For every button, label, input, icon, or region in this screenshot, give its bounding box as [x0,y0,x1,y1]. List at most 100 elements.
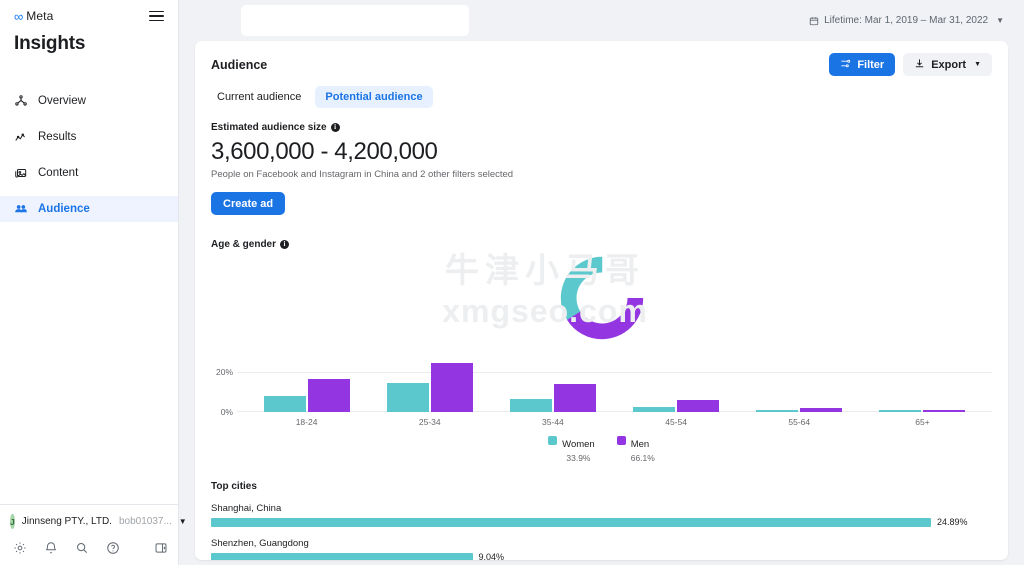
gear-icon[interactable] [13,541,27,555]
bar-group [245,356,368,412]
bar-men-45-54[interactable] [677,400,720,412]
media-cards-icon [14,166,28,180]
audience-size-value: 3,600,000 - 4,200,000 [211,138,438,165]
x-axis-label: 65+ [915,417,930,427]
city-bar-row: 24.89% [211,517,992,527]
sidebar-item-label: Audience [38,203,90,215]
y-axis-tick-0: 0% [220,407,233,417]
page-title: Insights [14,33,86,54]
bar-group [615,356,738,412]
age-gender-bar-chart: 20% 0% [211,356,992,417]
network-nodes-icon [14,94,28,108]
estimated-audience-label: Estimated audience size i [211,122,992,133]
info-icon[interactable]: i [280,240,290,249]
legend-label-men: Men [630,439,650,450]
export-button[interactable]: Export ▼ [903,53,992,76]
age-gender-text: Age & gender [211,239,277,250]
hamburger-icon[interactable] [149,10,164,22]
top-cities-list: Shanghai, China 24.89% Shenzhen, Guangdong… [211,503,992,560]
bar-women-55-64[interactable] [756,410,799,412]
card-header: Audience Filter Export ▼ [195,41,1008,76]
legend-item-men: Men 66.1% [616,434,655,463]
sidebar-item-label: Results [38,131,77,143]
bar-groups [245,356,984,412]
gender-donut-chart [211,254,992,342]
top-bar: Lifetime: Mar 1, 2019 – Mar 31, 2022 ▼ [179,0,1024,41]
account-switcher[interactable]: J Jinnseng PTY., LTD. bob01037... ▼ [10,514,187,529]
bar-group [368,356,491,412]
export-label: Export [931,58,967,71]
city-name: Shenzhen, Guangdong [211,538,309,549]
date-range-label: Lifetime: Mar 1, 2019 – Mar 31, 2022 [824,15,989,26]
y-axis-tick-20: 20% [215,367,233,377]
x-axis-label: 25-34 [418,417,441,427]
bell-icon[interactable] [44,541,58,555]
main-content: Lifetime: Mar 1, 2019 – Mar 31, 2022 ▼ A… [179,0,1024,565]
bar-women-25-34[interactable] [386,383,429,412]
city-bar[interactable] [211,552,473,560]
bar-women-18-24[interactable] [263,396,306,412]
audience-tabs: Current audience Potential audience [195,76,1008,108]
filter-button[interactable]: Filter [829,53,896,76]
audience-size-note: People on Facebook and Instagram in Chin… [211,169,514,180]
bar-men-65+[interactable] [923,410,966,412]
city-pct: 9.04% [478,552,505,560]
bar-men-18-24[interactable] [307,379,350,412]
bar-men-35-44[interactable] [553,384,596,412]
x-axis-label: 35-44 [542,417,564,427]
x-axis-label: 45-54 [665,417,687,427]
sidebar-item-results[interactable]: Results [0,124,178,150]
city-row: Shenzhen, Guangdong 9.04% [211,538,992,560]
search-icon[interactable] [75,541,89,555]
brand-label: Meta [26,9,54,23]
sidebar-item-overview[interactable]: Overview [0,88,178,114]
create-ad-button[interactable]: Create ad [211,192,286,215]
bar-women-35-44[interactable] [509,399,552,412]
top-cities-section: Top cities Shanghai, China 24.89% Shenzhen… [195,481,1008,560]
bar-women-45-54[interactable] [633,407,676,412]
app-root: ∞ Meta Insights Overview Results Content… [0,0,1024,565]
sidebar-item-content[interactable]: Content [0,160,178,186]
x-axis-label: 18-24 [295,417,318,427]
donut-svg [560,256,643,340]
date-range-picker[interactable]: Lifetime: Mar 1, 2019 – Mar 31, 2022 ▼ [809,15,1010,26]
bar-women-65+[interactable] [879,410,922,412]
age-gender-label: Age & gender i [211,239,992,250]
sliders-icon [840,58,851,72]
filter-label: Filter [857,58,885,71]
city-bar[interactable] [211,517,931,527]
bar-men-25-34[interactable] [430,363,473,412]
chevron-down-icon: ▼ [996,16,1004,25]
bar-men-55-64[interactable] [800,408,843,412]
sidebar-item-label: Overview [38,95,86,107]
legend-swatch-women [548,436,558,445]
city-bar-row: 9.04% [211,552,992,560]
search-input[interactable] [241,5,469,36]
people-icon [14,202,28,216]
sidebar-footer: J Jinnseng PTY., LTD. bob01037... ▼ [0,504,187,565]
sidebar-item-audience[interactable]: Audience [0,196,178,222]
account-name: Jinnseng PTY., LTD. [21,516,112,527]
legend-item-women: Women 33.9% [548,434,595,463]
panel-toggle-icon[interactable] [154,541,168,555]
footer-icon-bar [10,541,168,555]
legend-label-women: Women [562,439,595,450]
download-icon [914,58,925,72]
meta-infinity-icon: ∞ [14,8,23,24]
top-cities-title: Top cities [211,481,257,492]
chart-legend: Women 33.9% Men 66.1% [211,434,992,463]
meta-logo: ∞ Meta [14,9,53,23]
city-name: Shanghai, China [211,503,282,514]
sidebar-header: ∞ Meta Insights [0,0,178,55]
brand-row: ∞ Meta [14,9,164,23]
bar-group [738,356,861,412]
x-axis-labels: 18-24 25-34 35-44 45-54 55-64 65+ [245,415,984,427]
age-gender-section: Age & gender i 牛津小马哥 xmgseo.com 20% 0% 1… [195,239,1008,463]
help-icon[interactable] [106,541,120,555]
x-axis-label: 55-64 [788,417,811,427]
calendar-icon [809,16,819,26]
info-icon[interactable]: i [330,123,340,132]
tab-current-audience[interactable]: Current audience [207,86,311,108]
tab-potential-audience[interactable]: Potential audience [315,86,433,108]
audience-card: Audience Filter Export ▼ Current audienc… [195,41,1008,560]
